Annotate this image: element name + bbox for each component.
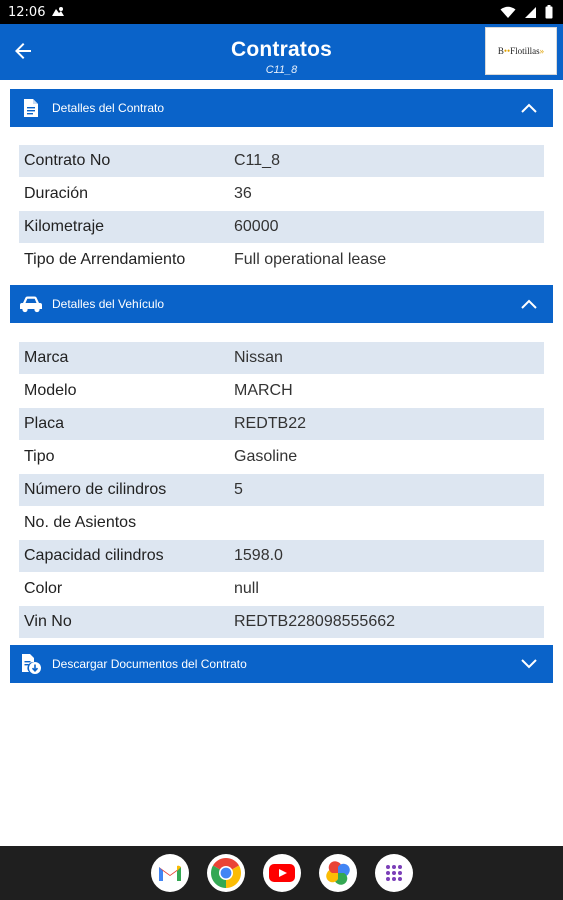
- wifi-icon: [500, 6, 516, 19]
- table-row: Vin No REDTB228098555662: [19, 606, 544, 639]
- status-time: 12:06: [8, 4, 46, 20]
- page-title: Contratos: [231, 38, 332, 61]
- chrome-icon[interactable]: [206, 854, 245, 892]
- row-label: Marca: [24, 349, 69, 366]
- company-logo: B •• Flotillas»: [485, 27, 557, 75]
- row-value: 60000: [234, 218, 279, 235]
- row-label: Tipo: [24, 448, 55, 465]
- row-label: Tipo de Arrendamiento: [24, 251, 186, 268]
- row-value: 5: [234, 481, 243, 498]
- gmail-icon[interactable]: [150, 854, 189, 892]
- page-subtitle: C11_8: [265, 64, 298, 76]
- status-left: 12:06: [8, 5, 65, 20]
- apps-icon[interactable]: [374, 854, 413, 892]
- status-right: [500, 5, 553, 19]
- notification-icon: [51, 6, 65, 18]
- row-label: Kilometraje: [24, 218, 105, 235]
- row-label: Color: [24, 580, 63, 597]
- row-value: Nissan: [234, 349, 283, 366]
- contract-details-table: Contrato No C11_8 Duración 36 Kilometraj…: [19, 145, 544, 277]
- status-bar: 12:06: [0, 0, 563, 24]
- table-row: Contrato No C11_8: [19, 145, 544, 178]
- battery-icon: [545, 5, 553, 19]
- table-row: Capacidad cilindros 1598.0: [19, 540, 544, 573]
- table-row: No. de Asientos: [19, 507, 544, 540]
- table-row: Placa REDTB22: [19, 408, 544, 441]
- row-value: Full operational lease: [234, 251, 387, 268]
- row-value: REDTB228098555662: [234, 613, 396, 630]
- row-label: No. de Asientos: [24, 514, 137, 531]
- table-row: Modelo MARCH: [19, 375, 544, 408]
- row-value: 1598.0: [234, 547, 283, 564]
- row-label: Modelo: [24, 382, 77, 399]
- row-value: 36: [234, 185, 252, 202]
- row-label: Capacidad cilindros: [24, 547, 164, 564]
- contract-details-header[interactable]: Detalles del Contrato: [10, 89, 553, 127]
- chevron-down-icon[interactable]: [505, 645, 553, 683]
- row-value: C11_8: [234, 152, 280, 169]
- contract-details-title: Detalles del Contrato: [52, 101, 165, 115]
- row-label: Placa: [24, 415, 65, 432]
- chevron-up-icon[interactable]: [505, 285, 553, 323]
- row-value: null: [234, 580, 259, 597]
- vehicle-details-title: Detalles del Vehículo: [52, 297, 165, 311]
- download-documents-header[interactable]: Descargar Documentos del Contrato: [10, 645, 553, 683]
- chevron-up-icon[interactable]: [505, 89, 553, 127]
- row-label: Número de cilindros: [24, 481, 167, 498]
- app-bar: Contratos C11_8: [0, 24, 563, 80]
- table-row: Color null: [19, 573, 544, 606]
- signal-icon: [524, 6, 537, 19]
- table-row: Tipo Gasoline: [19, 441, 544, 474]
- table-row: Kilometraje 60000: [19, 211, 544, 244]
- table-row: Marca Nissan: [19, 342, 544, 375]
- row-label: Vin No: [24, 613, 72, 630]
- table-row: Tipo de Arrendamiento Full operational l…: [19, 244, 544, 277]
- row-value: MARCH: [234, 382, 293, 399]
- row-label: Contrato No: [24, 152, 111, 169]
- row-label: Duración: [24, 185, 89, 202]
- vehicle-details-table: Marca Nissan Modelo MARCH Placa REDTB22 …: [19, 342, 544, 639]
- download-documents-title: Descargar Documentos del Contrato: [52, 657, 247, 671]
- document-icon: [10, 89, 52, 127]
- photos-icon[interactable]: [318, 854, 357, 892]
- vehicle-details-header[interactable]: Detalles del Vehículo: [10, 285, 553, 323]
- table-row: Número de cilindros 5: [19, 474, 544, 507]
- document-download-icon: [10, 645, 52, 683]
- system-dock: [0, 846, 563, 900]
- row-value: REDTB22: [234, 415, 307, 432]
- car-icon: [10, 285, 52, 323]
- youtube-icon[interactable]: [262, 854, 301, 892]
- row-value: Gasoline: [234, 448, 298, 465]
- table-row: Duración 36: [19, 178, 544, 211]
